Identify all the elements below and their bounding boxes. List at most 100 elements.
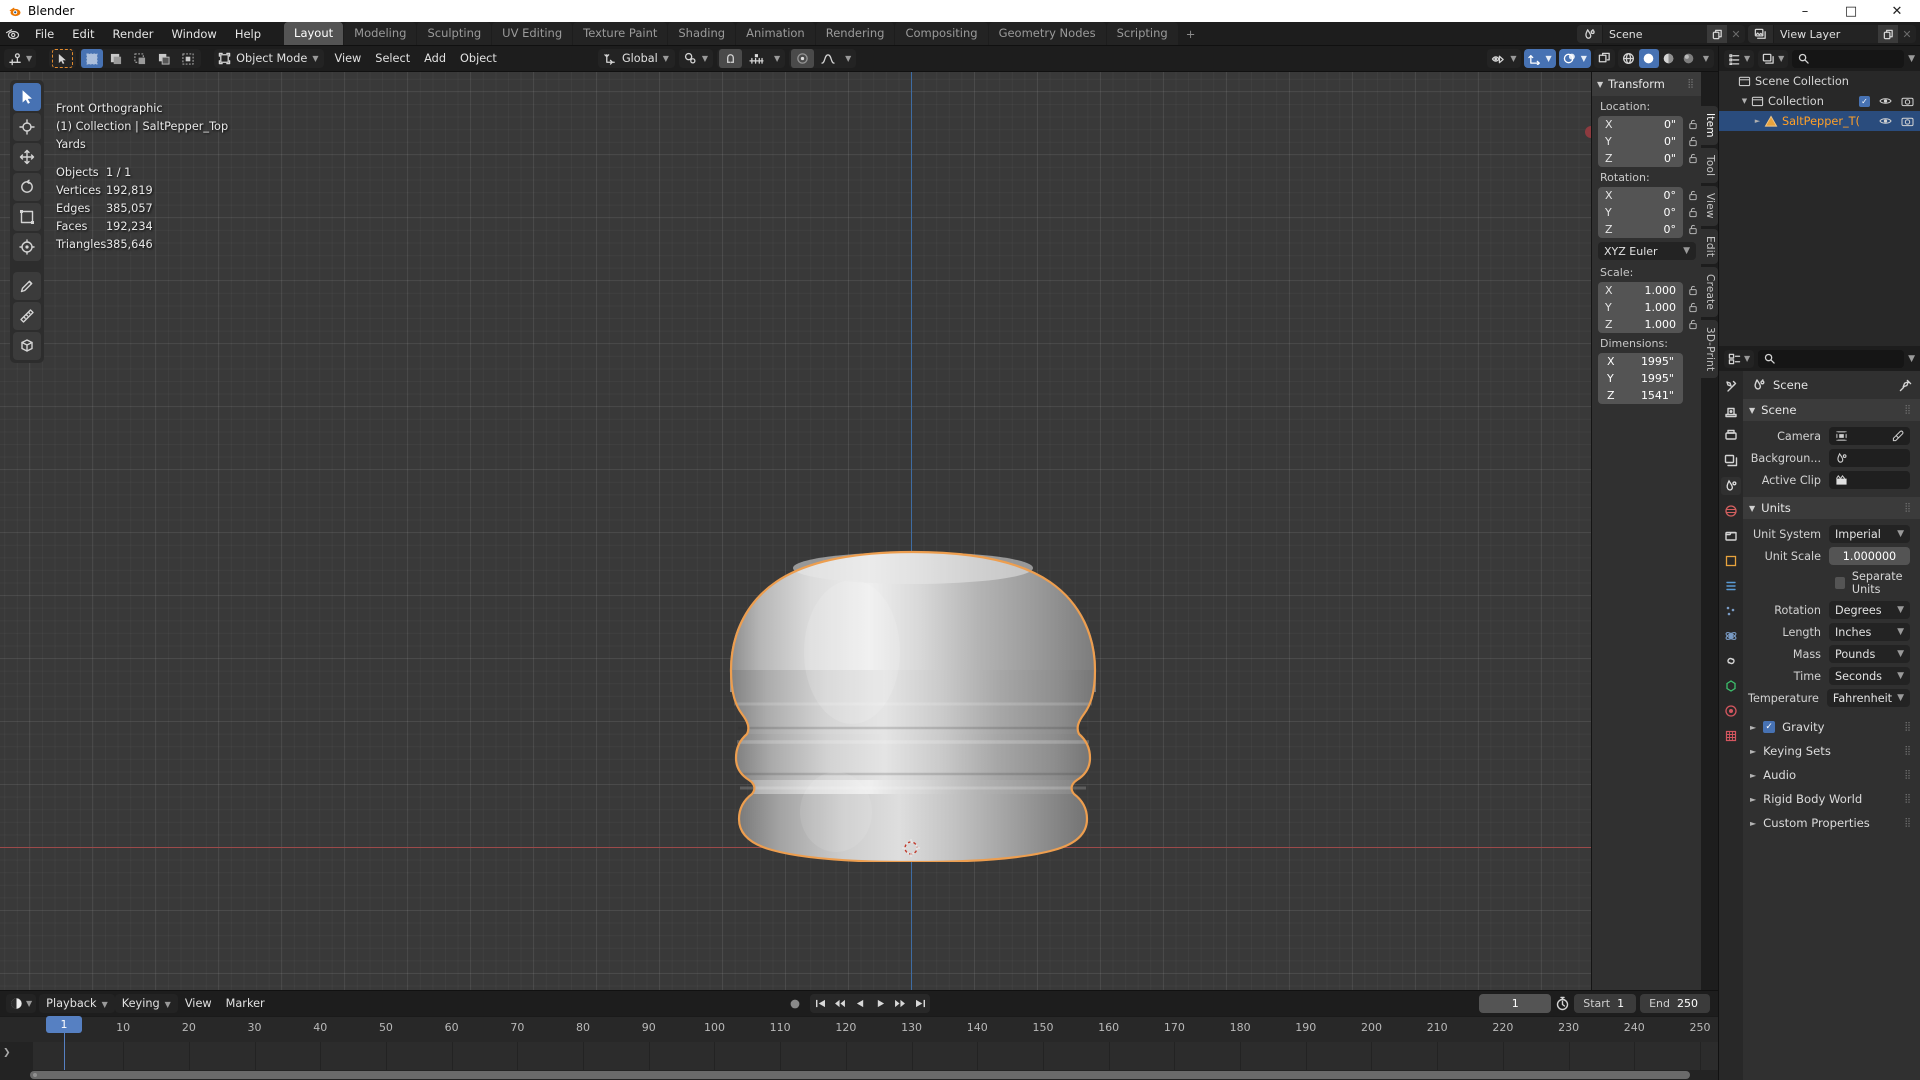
new-view-layer-button[interactable] [1878, 25, 1898, 43]
workspace-tab-uv-editing[interactable]: UV Editing [492, 22, 573, 45]
workspace-tab-geometry-nodes[interactable]: Geometry Nodes [988, 22, 1106, 45]
mesh-object-saltpepper-top[interactable] [728, 542, 1098, 862]
select-difference-icon[interactable] [153, 49, 175, 68]
n-panel-tab-view[interactable]: View [1701, 185, 1718, 226]
location-field-x[interactable]: X 0" [1598, 116, 1683, 133]
collapsed-panel-audio[interactable]: ► Audio ⣿ [1743, 763, 1920, 787]
dimension-field-z[interactable]: Z 1541" [1598, 387, 1683, 404]
outliner-search-input[interactable] [1792, 49, 1905, 68]
lock-icon[interactable] [1686, 119, 1699, 130]
editor-type-selector[interactable]: ▼ [4, 49, 37, 68]
menu-file[interactable]: File [26, 24, 63, 44]
select-intersect-icon[interactable] [177, 49, 199, 68]
material-preview-icon[interactable] [1659, 49, 1679, 68]
lock-icon[interactable] [1686, 302, 1699, 313]
lock-icon[interactable] [1686, 285, 1699, 296]
chevron-down-icon[interactable]: ▼ [1738, 97, 1751, 105]
rotation-field-z[interactable]: Z 0° [1598, 221, 1683, 238]
n-panel-tab-strip[interactable]: Item Tool View Edit Create 3D-Print [1701, 72, 1718, 990]
property-field-time[interactable]: Seconds ▼ [1829, 667, 1910, 685]
scene-selector[interactable]: Scene ✕ [1577, 25, 1745, 43]
outliner-row-saltpepper-t-[interactable]: ► SaltPepper_T( [1719, 111, 1920, 131]
viewport-menu-add[interactable]: Add [417, 49, 453, 68]
panel-drag-handle-icon[interactable]: ⣿ [1904, 746, 1912, 756]
menu-help[interactable]: Help [226, 24, 270, 44]
new-scene-button[interactable] [1707, 25, 1727, 43]
texture-properties-tab[interactable] [1721, 727, 1741, 745]
measure-tool-icon[interactable] [13, 302, 41, 330]
rotation-mode-dropdown[interactable]: XYZ Euler ▼ [1598, 242, 1696, 260]
modifier-properties-tab[interactable] [1721, 577, 1741, 595]
workspace-tab-compositing[interactable]: Compositing [895, 22, 988, 45]
proportional-edit-icon[interactable] [791, 49, 815, 68]
panel-drag-handle-icon[interactable]: ⣿ [1687, 79, 1695, 89]
gravity-checkbox[interactable]: ✓ [1763, 721, 1776, 733]
magnet-icon[interactable] [719, 49, 742, 68]
timeline-playhead[interactable]: 1 [46, 1016, 82, 1070]
gizmo-toggle[interactable]: ▼ [1523, 49, 1556, 68]
panel-drag-handle-icon[interactable]: ⣿ [1904, 818, 1912, 828]
collapsed-panel-custom-properties[interactable]: ► Custom Properties ⣿ [1743, 811, 1920, 835]
eyedropper-icon[interactable] [1892, 430, 1904, 442]
cursor-tool-icon[interactable] [13, 113, 41, 141]
select-box-icon[interactable] [81, 49, 104, 68]
snapping-group[interactable]: ▼ [717, 49, 786, 68]
workspace-tab-sculpting[interactable]: Sculpting [417, 22, 492, 45]
lock-icon[interactable] [1686, 207, 1699, 218]
chevron-down-icon[interactable]: ▼ [1749, 504, 1755, 513]
property-field-length[interactable]: Inches ▼ [1829, 623, 1910, 641]
pin-icon[interactable] [1899, 379, 1912, 392]
n-panel-tab-item[interactable]: Item [1701, 106, 1718, 145]
add-cube-tool-icon[interactable] [13, 332, 41, 360]
play-button[interactable] [870, 994, 890, 1013]
auto-keying-icon[interactable] [1555, 996, 1570, 1011]
panel-drag-handle-icon[interactable]: ⣿ [1904, 405, 1912, 415]
dimensions-fields[interactable]: X 1995" Y 1995" Z 1541" [1592, 353, 1701, 404]
outliner-row-collection[interactable]: ▼ Collection ✓ [1719, 91, 1920, 111]
window-controls[interactable]: – □ ✕ [1782, 0, 1920, 22]
timeline-frame-controls[interactable]: 1 Start 1 End 250 [1479, 994, 1710, 1013]
chevron-right-icon[interactable]: ► [1750, 723, 1756, 732]
outliner-row-toggles[interactable]: ✓ [1859, 95, 1914, 107]
property-field-mass[interactable]: Pounds ▼ [1829, 645, 1910, 663]
chevron-right-icon[interactable]: ► [1750, 771, 1756, 780]
property-field-unit-system[interactable]: Imperial ▼ [1829, 525, 1910, 543]
outliner-row-scene-collection[interactable]: Scene Collection [1719, 71, 1920, 91]
proportional-edit-group[interactable]: ▼ [789, 49, 857, 68]
current-frame-field[interactable]: 1 [1479, 994, 1552, 1013]
location-field-y[interactable]: Y 0" [1598, 133, 1683, 150]
physics-properties-tab[interactable] [1721, 627, 1741, 645]
transform-panel-header[interactable]: ▼ Transform ⣿ [1592, 72, 1701, 96]
n-panel-tab-create[interactable]: Create [1701, 266, 1718, 317]
outliner-tree[interactable]: Scene Collection ▼ Collection ✓ ► SaltPepper_… [1719, 71, 1920, 131]
snap-increment-icon[interactable] [744, 49, 769, 68]
eye-icon[interactable] [1879, 116, 1892, 126]
exclude-checkbox[interactable]: ✓ [1859, 95, 1870, 107]
workspace-tab-modeling[interactable]: Modeling [344, 22, 417, 45]
workspace-tab-animation[interactable]: Animation [736, 22, 815, 45]
shading-mode-group[interactable]: ▼ [1617, 49, 1714, 68]
property-field-active-clip[interactable] [1829, 471, 1910, 489]
timeline-channel-area[interactable]: ❯ [0, 1042, 1718, 1070]
blender-menu-icon[interactable] [0, 27, 26, 40]
lock-icon[interactable] [1686, 224, 1699, 235]
menu-edit[interactable]: Edit [63, 24, 103, 44]
interaction-mode-selector[interactable]: Object Mode ▼ [214, 49, 325, 68]
scale-field-z[interactable]: Z 1.000 [1598, 316, 1683, 333]
collapsed-panel-keying-sets[interactable]: ► Keying Sets ⣿ [1743, 739, 1920, 763]
chevron-right-icon[interactable]: ► [1750, 819, 1756, 828]
falloff-curve-icon[interactable] [816, 49, 840, 68]
select-mode-group[interactable] [79, 49, 202, 68]
transform-orientation-selector[interactable]: Global ▼ [598, 49, 675, 68]
select-extend-icon[interactable] [105, 49, 127, 68]
transport-buttons[interactable] [810, 994, 930, 1013]
workspace-tabs[interactable]: Layout Modeling Sculpting UV Editing Texture… [284, 22, 1203, 45]
remove-view-layer-button[interactable]: ✕ [1898, 25, 1916, 43]
properties-editor[interactable]: ▼ ▼ Scene ▼ Scene ⣿ Camera Backgroun... … [1718, 346, 1920, 1080]
data-properties-tab[interactable] [1721, 677, 1741, 695]
select-tool-group[interactable] [49, 49, 77, 68]
solid-shading-icon[interactable] [1638, 49, 1659, 68]
workspace-tab-texture-paint[interactable]: Texture Paint [573, 22, 668, 45]
transform-tool-icon[interactable] [13, 233, 41, 261]
previous-keyframe-button[interactable] [830, 994, 850, 1013]
